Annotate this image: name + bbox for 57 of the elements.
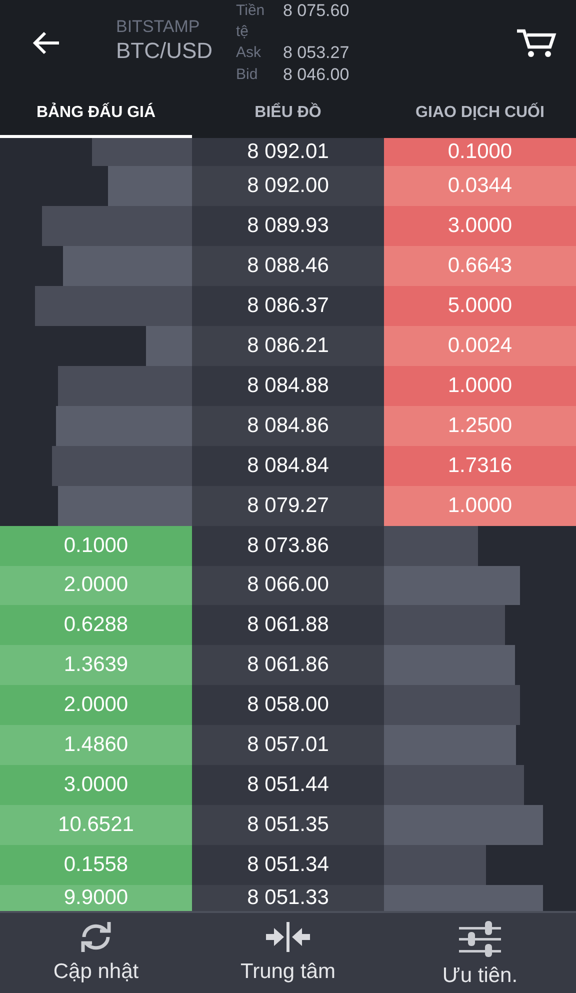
price-cell: 8 051.33 [192,885,384,911]
ask-amount: 1.0000 [384,486,576,526]
bid-amount: 2.0000 [0,685,192,726]
ask-amount: 1.7316 [384,446,576,486]
ask-amount: 3.0000 [384,206,576,246]
price-cell: 8 058.00 [192,685,384,726]
price-cell: 8 086.21 [192,326,384,366]
bid-amount: 0.6288 [0,605,192,646]
bid-amount: 9.9000 [0,885,192,911]
price-cell: 8 084.86 [192,406,384,446]
bid-amount: 3.0000 [0,765,192,806]
price-cell: 8 092.00 [192,166,384,206]
center-arrows-icon [266,921,310,953]
ask-amount: 5.0000 [384,286,576,326]
stat-label: Bid [236,65,259,85]
ask-amount: 1.2500 [384,406,576,446]
stat-label: Ask [236,43,262,63]
price-cell: 8 066.00 [192,566,384,606]
price-cell: 8 089.93 [192,206,384,246]
exchange-name: BITSTAMP [116,17,201,37]
stat-label: Tiền tệ [236,1,266,42]
ask-amount: 1.0000 [384,366,576,406]
stat-value: 8 075.60 [283,0,350,22]
price-cell: 8 088.46 [192,246,384,286]
price-cell: 8 061.86 [192,645,384,686]
toolbar-button[interactable]: Trung tâm [192,913,384,993]
toolbar-button[interactable]: Cập nhật [0,913,192,993]
ask-amount: 0.0344 [384,166,576,206]
tab[interactable]: BIỂU ĐỒ [192,90,384,138]
price-cell: 8 084.88 [192,366,384,406]
ask-amount: 0.1000 [384,138,576,166]
price-cell: 8 084.84 [192,446,384,486]
bid-amount: 2.0000 [0,566,192,606]
tab[interactable]: GIAO DỊCH CUỐI [384,90,576,138]
sliders-icon [459,921,501,957]
ask-amount: 0.0024 [384,326,576,366]
currency-pair: BTC/USD [116,37,214,65]
cart-icon [517,28,557,58]
bid-amount: 0.1000 [0,526,192,566]
back-arrow-icon [32,31,60,55]
price-cell: 8 079.27 [192,486,384,526]
price-cell: 8 061.88 [192,605,384,646]
bid-amount: 1.4860 [0,725,192,766]
bid-amount: 1.3639 [0,645,192,686]
price-cell: 8 073.86 [192,526,384,566]
price-cell: 8 051.34 [192,845,384,886]
price-cell: 8 051.35 [192,805,384,846]
price-cell: 8 092.01 [192,138,384,166]
toolbar-button[interactable]: Ưu tiên. [384,913,576,993]
stat-value: 8 046.00 [283,64,350,86]
price-cell: 8 051.44 [192,765,384,806]
bid-amount: 10.6521 [0,805,192,846]
stat-value: 8 053.27 [283,42,350,64]
price-cell: 8 057.01 [192,725,384,766]
bid-amount: 0.1558 [0,845,192,886]
price-cell: 8 086.37 [192,286,384,326]
ask-amount: 0.6643 [384,246,576,286]
